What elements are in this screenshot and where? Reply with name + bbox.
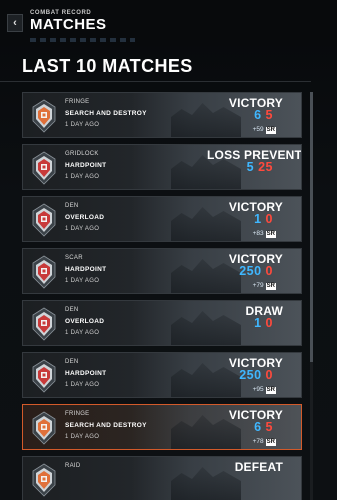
section-divider xyxy=(0,81,311,82)
sr-change: +78 SR xyxy=(253,438,276,446)
match-time: 1 DAY AGO xyxy=(65,434,100,440)
blue-score: 5 xyxy=(246,160,255,174)
sr-value: +83 xyxy=(252,230,264,237)
match-time: 1 DAY AGO xyxy=(65,122,100,128)
game-mode: HARDPOINT xyxy=(65,266,107,273)
match-score: 250 0 xyxy=(239,264,273,278)
sr-value: +59 xyxy=(252,126,264,133)
match-card[interactable]: FRINGE SEARCH AND DESTROY 1 DAY AGO VICTORY… xyxy=(22,92,302,138)
sr-badge: SR xyxy=(265,283,276,290)
rank-emblem-icon xyxy=(32,203,56,237)
scrollbar-thumb[interactable] xyxy=(310,92,313,362)
map-name: DEN xyxy=(65,203,79,209)
rank-emblem-icon xyxy=(32,255,56,289)
blue-score: 1 xyxy=(254,316,262,330)
red-score: 5 xyxy=(265,108,273,122)
section-title: LAST 10 MATCHES xyxy=(22,56,193,76)
rank-emblem-icon xyxy=(32,307,56,341)
match-card[interactable]: FRINGE SEARCH AND DESTROY 1 DAY AGO VICTORY… xyxy=(22,404,302,450)
game-mode: HARDPOINT xyxy=(65,370,107,377)
sr-change: +79 SR xyxy=(253,282,276,290)
back-button[interactable]: ‹ xyxy=(7,14,23,32)
rank-emblem-icon xyxy=(32,411,56,445)
match-result: DEFEAT xyxy=(234,460,283,474)
blue-score: 250 xyxy=(239,368,262,382)
match-score: 1 0 xyxy=(254,316,273,330)
map-name: FRINGE xyxy=(65,411,90,417)
match-card[interactable]: SCAR HARDPOINT 1 DAY AGO VICTORY 250 0 +79 SR xyxy=(22,248,302,294)
match-card[interactable]: RAID DEFEAT xyxy=(22,456,302,500)
sr-badge: SR xyxy=(265,231,276,238)
sr-value: +78 xyxy=(252,438,264,445)
sr-badge: SR xyxy=(265,387,276,394)
match-card[interactable]: GRIDLOCKHARDPOINT1 DAY AGOLOSS PREVENTED… xyxy=(22,144,302,190)
red-score: 0 xyxy=(265,316,273,330)
match-score: 6 5 xyxy=(254,420,273,434)
match-score: 1 0 xyxy=(254,212,273,226)
blue-score: 1 xyxy=(254,212,262,226)
match-score: 250 0 xyxy=(239,368,273,382)
game-mode: HARDPOINT xyxy=(65,162,107,169)
header-decoration xyxy=(30,38,135,42)
match-time: 1 DAY AGO xyxy=(65,278,100,284)
match-score: 5 25 xyxy=(247,160,273,174)
match-time: 1 DAY AGO xyxy=(65,174,100,180)
map-name: FRINGE xyxy=(65,99,90,105)
rank-emblem-icon xyxy=(32,463,56,497)
rank-emblem-icon xyxy=(32,151,56,185)
game-mode: SEARCH AND DESTROY xyxy=(65,422,147,429)
blue-score: 250 xyxy=(239,264,262,278)
top-bar: ‹ COMBAT RECORD MATCHES xyxy=(0,0,337,46)
match-card[interactable]: DEN OVERLOAD 1 DAY AGO VICTORY 1 0 +83 SR xyxy=(22,196,302,242)
game-mode: OVERLOAD xyxy=(65,214,105,221)
red-score: 0 xyxy=(265,264,273,278)
red-score: 25 xyxy=(258,160,273,174)
map-name: GRIDLOCK xyxy=(65,151,99,157)
red-score: 0 xyxy=(265,212,273,226)
red-score: 5 xyxy=(265,420,273,434)
game-mode: SEARCH AND DESTROY xyxy=(65,110,147,117)
sr-change: +59 SR xyxy=(253,126,276,134)
page-title: MATCHES xyxy=(30,16,107,33)
blue-score: 6 xyxy=(254,108,262,122)
map-name: DEN xyxy=(65,359,79,365)
rank-emblem-icon xyxy=(32,99,56,133)
red-score: 0 xyxy=(265,368,273,382)
sr-change: +95 SR xyxy=(253,386,276,394)
map-name: RAID xyxy=(65,463,81,469)
match-time: 1 DAY AGO xyxy=(65,226,100,232)
map-name: DEN xyxy=(65,307,79,313)
game-mode: OVERLOAD xyxy=(65,318,105,325)
sr-change: +83 SR xyxy=(253,230,276,238)
sr-value: +79 xyxy=(252,282,264,289)
match-card[interactable]: DEN HARDPOINT 1 DAY AGO VICTORY 250 0 +95 SR xyxy=(22,352,302,398)
match-list: FRINGE SEARCH AND DESTROY 1 DAY AGO VICTORY… xyxy=(22,92,302,500)
map-name: SCAR xyxy=(65,255,83,261)
sr-badge: SR xyxy=(265,127,276,134)
match-time: 1 DAY AGO xyxy=(65,330,100,336)
scrollbar[interactable] xyxy=(310,92,313,500)
blue-score: 6 xyxy=(254,420,262,434)
sr-value: +95 xyxy=(252,386,264,393)
match-card[interactable]: DEN OVERLOAD 1 DAY AGO DRAW 1 0 xyxy=(22,300,302,346)
sr-badge: SR xyxy=(265,439,276,446)
rank-emblem-icon xyxy=(32,359,56,393)
match-time: 1 DAY AGO xyxy=(65,382,100,388)
match-score: 6 5 xyxy=(254,108,273,122)
